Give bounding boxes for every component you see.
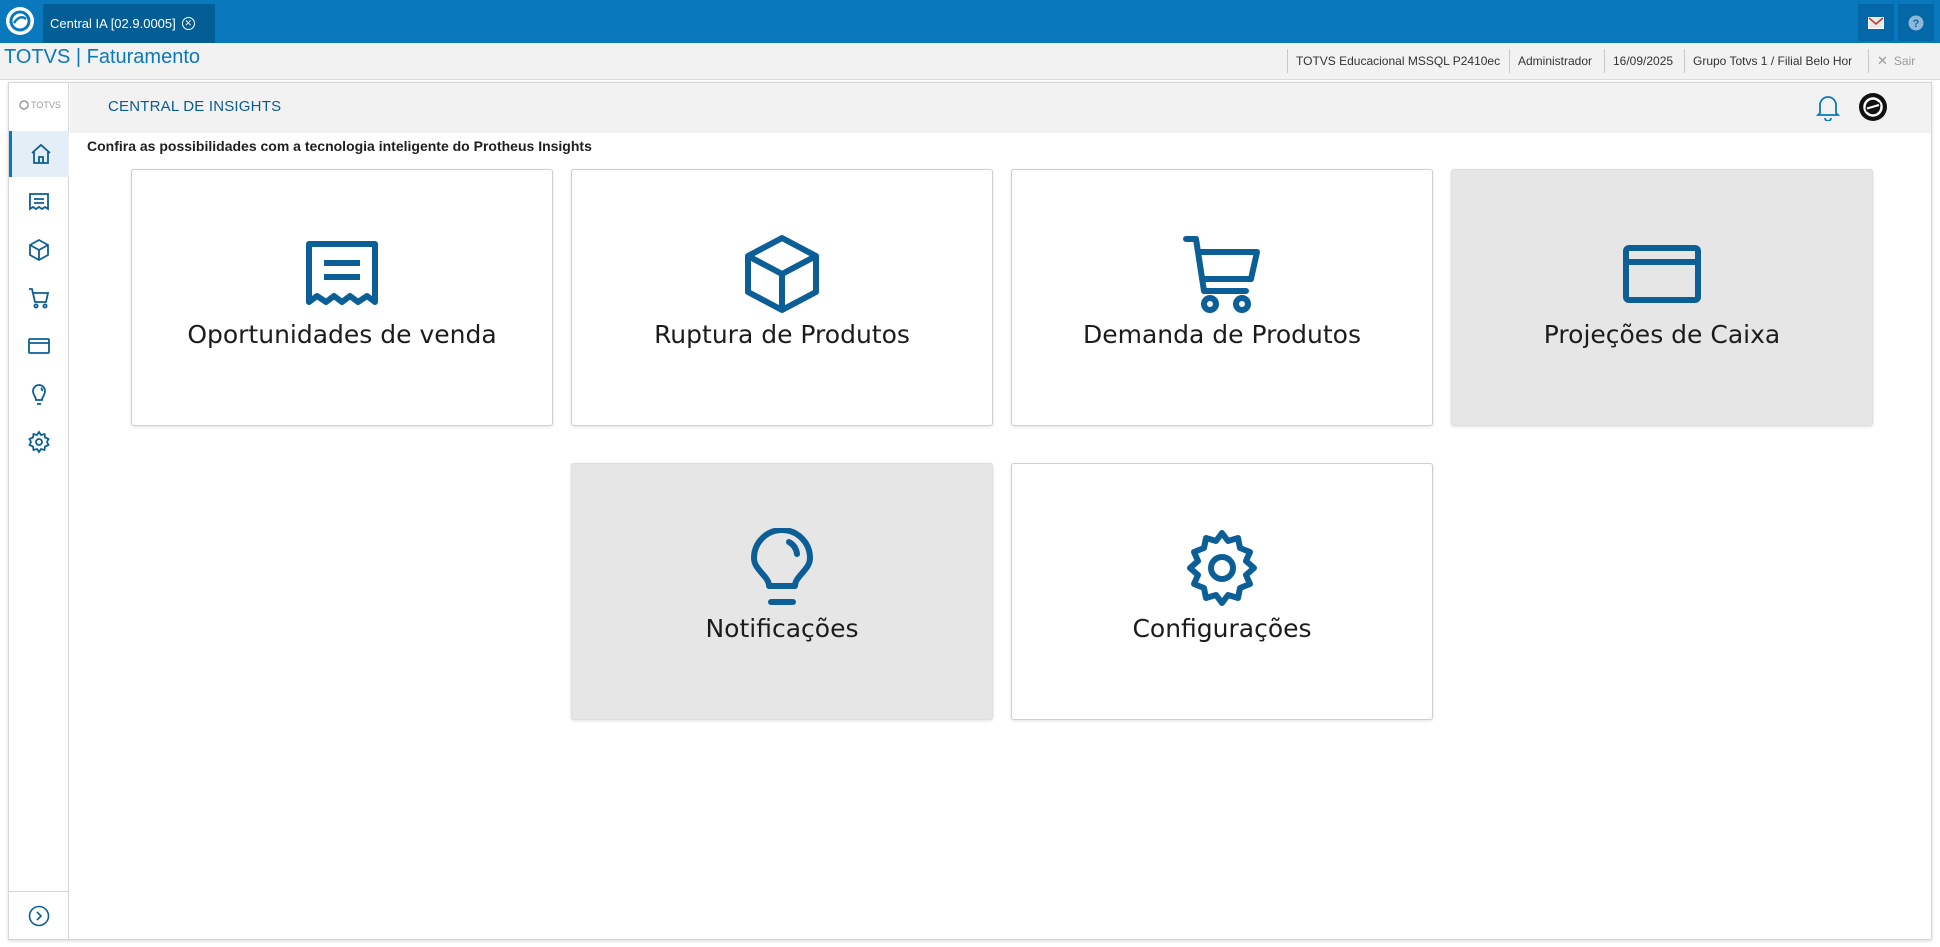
sidebar-expand-button[interactable] xyxy=(9,891,69,939)
tab-label: Central IA [02.9.0005] xyxy=(50,16,176,31)
lightbulb-icon xyxy=(751,528,813,605)
card-label: Demanda de Produtos xyxy=(1083,320,1361,349)
sidebar-item-sales-opportunities[interactable] xyxy=(9,179,69,225)
gear-icon xyxy=(1187,530,1257,606)
card-icon xyxy=(28,338,50,354)
messages-button[interactable] xyxy=(1858,4,1894,41)
sidebar: TOTVS xyxy=(9,83,69,939)
branch-info[interactable]: Grupo Totvs 1 / Filial Belo Hor xyxy=(1684,49,1860,73)
card-label: Ruptura de Produtos xyxy=(654,320,910,349)
sidebar-item-product-demand[interactable] xyxy=(9,275,69,321)
card-label: Projeções de Caixa xyxy=(1543,320,1781,349)
user-info[interactable]: Administrador xyxy=(1509,49,1600,73)
receipt-icon xyxy=(29,193,49,211)
card-cash-projections[interactable]: Projeções de Caixa xyxy=(1451,169,1873,426)
page-title: CENTRAL DE INSIGHTS xyxy=(108,98,282,115)
bell-icon xyxy=(1815,96,1841,122)
totvs-logo-icon[interactable] xyxy=(6,7,34,35)
card-notifications[interactable]: Notificações xyxy=(571,463,993,720)
box-icon xyxy=(29,238,49,262)
sidebar-item-notifications[interactable] xyxy=(9,371,69,417)
date-info[interactable]: 16/09/2025 xyxy=(1604,49,1681,73)
card-label: Oportunidades de venda xyxy=(187,320,497,349)
sidebar-item-settings[interactable] xyxy=(9,419,69,465)
sidebar-item-product-rupture[interactable] xyxy=(9,227,69,273)
content-frame: TOTVS CENTRAL DE INSIGHTS Confira as pos… xyxy=(8,82,1932,940)
app-header: TOTVS | Faturamento TOTVS Educacional MS… xyxy=(0,43,1940,80)
mail-icon xyxy=(1868,16,1884,29)
exit-label: Sair xyxy=(1893,54,1916,68)
page-header: CENTRAL DE INSIGHTS xyxy=(70,83,1931,133)
totvs-account-icon[interactable] xyxy=(1859,93,1887,121)
notifications-button[interactable] xyxy=(1815,93,1841,126)
card-settings[interactable]: Configurações xyxy=(1011,463,1433,720)
gear-icon xyxy=(28,430,50,454)
totvs-logo-icon xyxy=(19,100,29,110)
help-icon: ? xyxy=(1908,15,1924,30)
page-subtitle: Confira as possibilidades com a tecnolog… xyxy=(87,138,592,154)
sidebar-item-cash-projections[interactable] xyxy=(9,323,69,369)
app-title: TOTVS | Faturamento xyxy=(4,46,201,68)
title-bar: Central IA [02.9.0005] ✕ ? xyxy=(0,0,1940,43)
card-sales-opportunities[interactable]: Oportunidades de venda xyxy=(131,169,553,426)
close-icon: ✕ xyxy=(1877,53,1888,68)
card-product-rupture[interactable]: Ruptura de Produtos xyxy=(571,169,993,426)
home-icon xyxy=(30,143,51,164)
environment-info[interactable]: TOTVS Educacional MSSQL P2410ec xyxy=(1287,49,1508,73)
cart-icon xyxy=(29,288,50,309)
chevron-right-circle-icon xyxy=(28,905,50,926)
card-icon xyxy=(1623,245,1701,303)
exit-button[interactable]: ✕ Sair xyxy=(1868,49,1923,73)
card-product-demand[interactable]: Demanda de Produtos xyxy=(1011,169,1433,426)
receipt-icon xyxy=(306,241,378,305)
sidebar-brand: TOTVS xyxy=(19,100,61,110)
help-button[interactable]: ? xyxy=(1898,4,1934,41)
sidebar-item-home[interactable] xyxy=(9,131,69,177)
lightbulb-icon xyxy=(32,384,46,405)
svg-text:?: ? xyxy=(1913,18,1920,30)
box-icon xyxy=(745,235,819,313)
card-label: Configurações xyxy=(1132,614,1312,643)
cart-icon xyxy=(1183,236,1260,313)
tab-central-ia[interactable]: Central IA [02.9.0005] ✕ xyxy=(43,4,215,43)
card-label: Notificações xyxy=(705,614,859,643)
tab-close-icon[interactable]: ✕ xyxy=(181,17,195,30)
